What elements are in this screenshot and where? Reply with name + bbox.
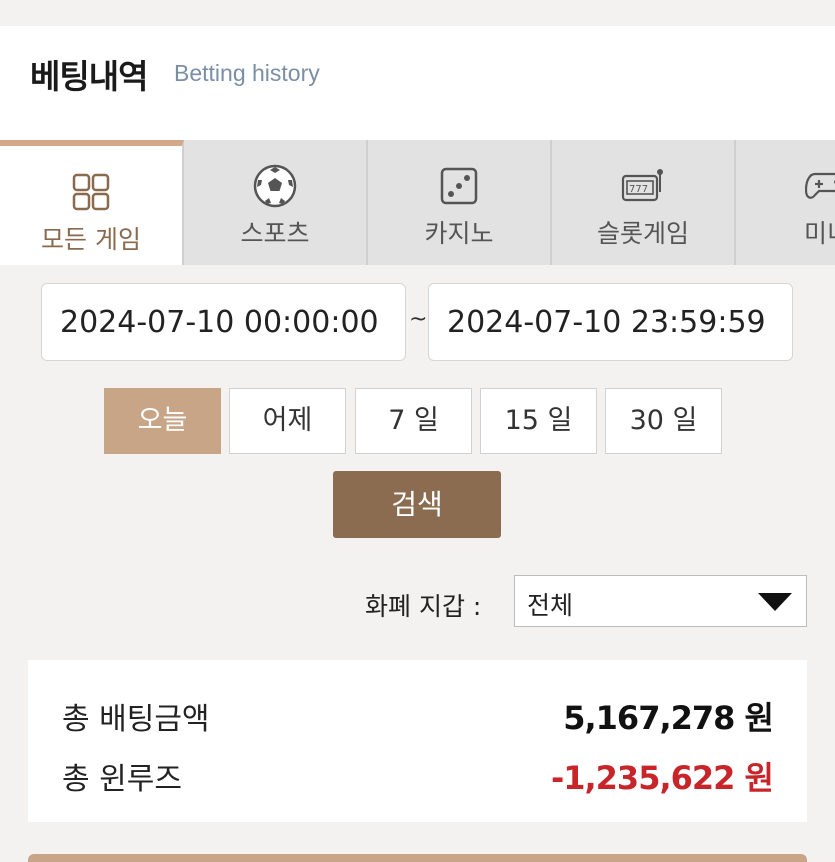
game-tabs: 모든 게임 스포츠 카지노 777 슬롯게임 미 [0, 140, 835, 265]
wallet-label: 화폐 지갑 : [365, 592, 482, 621]
slot-machine-icon: 777 [552, 164, 734, 208]
total-winloss-value: -1,235,622 원 [550, 759, 774, 797]
tab-label: 슬롯게임 [596, 219, 689, 248]
period-yesterday-button[interactable]: 어제 [229, 388, 346, 454]
wallet-select[interactable]: 전체 [514, 575, 807, 627]
page-subtitle: Betting history [174, 60, 320, 86]
period-15days-button[interactable]: 15 일 [480, 388, 597, 454]
gamepad-icon [736, 164, 835, 208]
tab-casino[interactable]: 카지노 [368, 140, 552, 265]
grid-icon [0, 170, 182, 214]
tab-label: 카지노 [424, 219, 494, 248]
caret-down-icon [758, 593, 792, 611]
start-date-input[interactable]: 2024-07-10 00:00:00 [41, 283, 406, 361]
tab-label: 모든 게임 [41, 225, 141, 254]
total-bet-label: 총 배팅금액 [62, 702, 210, 737]
summary-panel: 총 배팅금액 5,167,278 원 총 윈루즈 -1,235,622 원 [28, 660, 807, 822]
soccer-ball-icon [184, 164, 366, 208]
period-7days-button[interactable]: 7 일 [355, 388, 472, 454]
date-separator: ~ [409, 307, 428, 332]
total-winloss-label: 총 윈루즈 [62, 762, 182, 797]
period-today-button[interactable]: 오늘 [104, 388, 221, 454]
dice-icon [368, 164, 550, 208]
end-date-input[interactable]: 2024-07-10 23:59:59 [428, 283, 793, 361]
tab-label: 스포츠 [240, 219, 310, 248]
wallet-select-value: 전체 [527, 591, 574, 620]
period-30days-button[interactable]: 30 일 [605, 388, 722, 454]
bottom-bar [28, 854, 807, 862]
total-bet-value: 5,167,278 원 [563, 699, 774, 737]
search-button[interactable]: 검색 [333, 471, 501, 538]
page-title: 베팅내역 [30, 57, 148, 96]
svg-text:777: 777 [629, 184, 648, 195]
tab-mini[interactable]: 미니 [736, 140, 835, 265]
tab-all-games[interactable]: 모든 게임 [0, 140, 184, 265]
tab-slot-games[interactable]: 777 슬롯게임 [552, 140, 736, 265]
tab-label: 미니 [803, 219, 835, 248]
tab-sports[interactable]: 스포츠 [184, 140, 368, 265]
